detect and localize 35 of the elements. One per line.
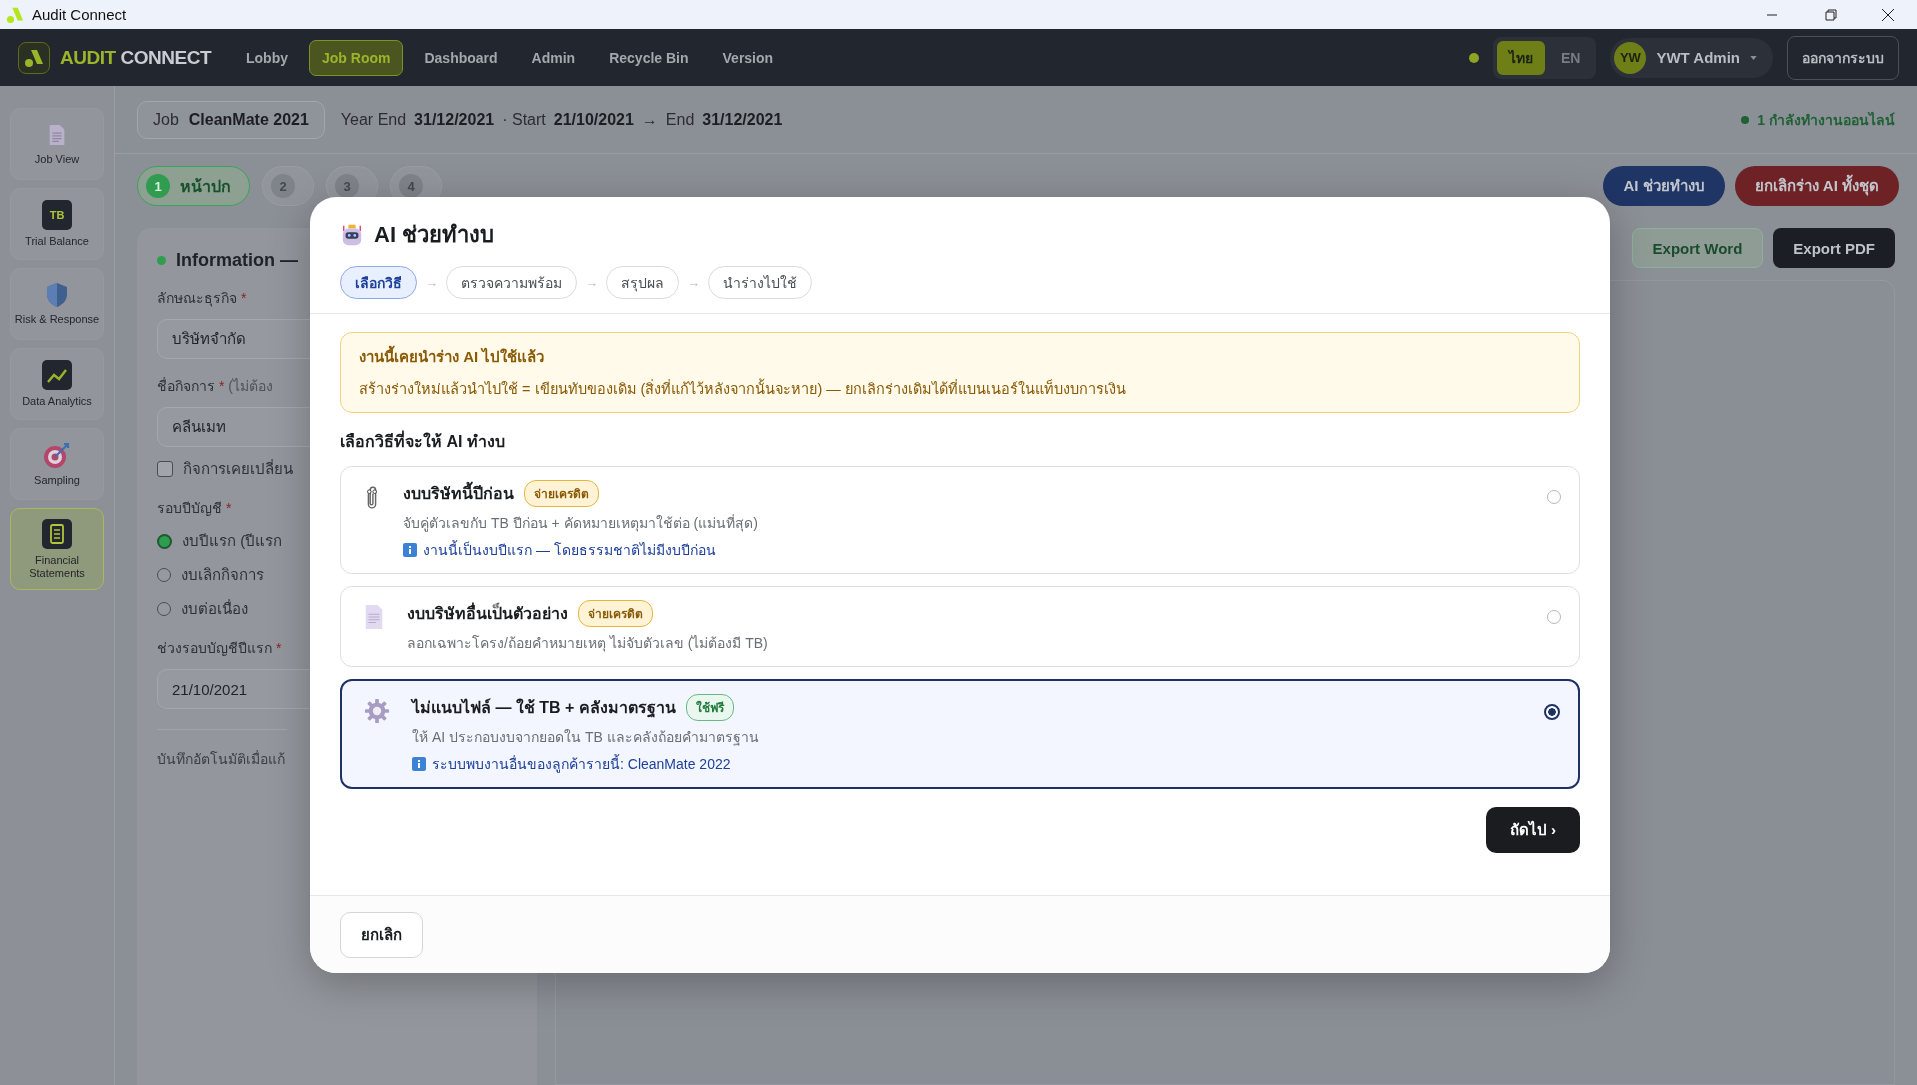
online-status: 1 กำลังทำงานออนไลน์ <box>1757 110 1895 130</box>
option-description: จับคู่ตัวเลขกับ TB ปีก่อน + คัดหมายเหตุมาใช้ต่อ (แม่นที่สุด) <box>403 513 759 534</box>
field-label: ชื่อกิจการ * (ไม่ต้อง <box>157 376 273 396</box>
step-arrow: → <box>425 275 438 290</box>
brand-name: AUDIT CONNECT <box>60 46 211 69</box>
price-badge: ใช้ฟรี <box>685 694 734 721</box>
option-title: งบบริษัทอื่นเป็นตัวอย่าง <box>407 601 568 626</box>
field-label: รอบปีบัญชี * <box>157 499 232 518</box>
section-heading: เลือกวิธีที่จะให้ AI ทำงบ <box>340 429 1580 454</box>
field-label: ช่วงรอบบัญชีปีแรก * <box>157 639 282 658</box>
price-badge: จ่ายเครดิต <box>578 600 653 627</box>
option-description: ให้ AI ประกอบงบจากยอดใน TB และคลังถ้อยคำมาตรฐาน <box>412 728 760 748</box>
job-chip: Job CleanMate 2021 <box>137 100 325 139</box>
step-arrow: → <box>585 275 598 290</box>
window-title: Audit Connect <box>32 6 127 23</box>
dialog-title: AI ช่วยทำงบ <box>374 221 495 249</box>
checkbox-label: กิจการเคยเปลี่ยน <box>183 458 293 479</box>
job-dates: Year End 31/12/2021 · Start 21/10/2021 → End 31/12/2021 <box>340 110 783 129</box>
radio-label: งบเลิกกิจการ <box>181 565 264 585</box>
price-badge: จ่ายเครดิต <box>524 480 599 507</box>
option-description: ลอกเฉพาะโครง/ถ้อยคำหมายเหตุ ไม่จับตัวเลข (ไม่ต้องมี TB) <box>407 634 769 654</box>
avatar: YW <box>1614 41 1647 74</box>
field-label: ลักษณะธุรกิจ * <box>157 289 247 309</box>
option-note: ระบบพบงานอื่นของลูกค้ารายนี้: CleanMate 2022 <box>432 753 731 775</box>
option-title: ไม่แนบไฟล์ — ใช้ TB + คลังมาตรฐาน <box>412 697 676 720</box>
warning-title: งานนี้เคยนำร่าง AI ไปใช้แล้ว <box>359 345 1561 369</box>
option-note: งานนี้เป็นงบปีแรก — โดยธรรมชาติไม่มีงบปีก่อน <box>423 539 716 560</box>
radio-label: งบปีแรก (ปีแรก <box>182 531 283 551</box>
section-title: Information — <box>176 250 298 271</box>
warning-text: สร้างร่างใหม่แล้วนำไปใช้ = เขียนทับของเดิม (สิ่งที่แก้ไว้หลังจากนั้นจะหาย) — ยกเลิกร่างเดิมได้ที่แบนเนอร์ในแท็บงบการเงิน <box>359 377 1561 400</box>
tb-icon: TB <box>42 200 72 231</box>
option-title: งบบริษัทนี้ปีก่อน <box>403 481 514 506</box>
radio-label: งบต่อเนื่อง <box>181 598 248 619</box>
step-arrow: → <box>687 275 700 290</box>
autosave-note: บันทึกอัตโนมัติเมื่อแก้ <box>157 729 287 770</box>
